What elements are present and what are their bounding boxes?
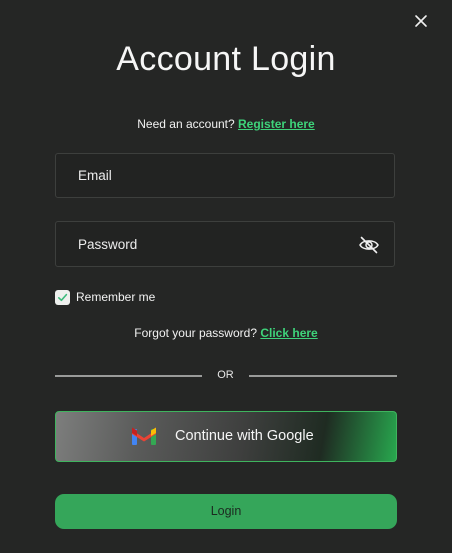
check-icon — [58, 293, 68, 301]
divider-label: OR — [217, 369, 234, 381]
continue-with-google-label: Continue with Google — [175, 428, 314, 444]
divider-line-right — [249, 375, 397, 377]
register-prompt: Need an account? Register here — [0, 117, 452, 131]
remember-me-checkbox[interactable] — [55, 289, 70, 305]
forgot-password-prompt: Forgot your password? Click here — [0, 326, 452, 340]
close-button[interactable] — [411, 11, 431, 31]
register-link[interactable]: Register here — [238, 117, 315, 131]
page-title: Account Login — [116, 40, 336, 78]
forgot-password-link[interactable]: Click here — [260, 326, 317, 340]
register-prompt-text: Need an account? — [137, 117, 235, 131]
gmail-icon — [132, 427, 156, 445]
divider-line-left — [55, 375, 202, 377]
login-modal: Account Login Need an account? Register … — [0, 0, 452, 553]
password-visibility-toggle[interactable] — [358, 235, 380, 255]
remember-me-label: Remember me — [76, 290, 156, 304]
login-button[interactable]: Login — [55, 494, 397, 529]
close-icon — [415, 15, 427, 27]
email-field-container — [55, 153, 395, 198]
forgot-password-text: Forgot your password? — [134, 326, 257, 340]
eye-off-icon — [359, 236, 379, 254]
password-field-container — [55, 221, 395, 267]
password-field[interactable] — [56, 222, 394, 266]
email-field[interactable] — [56, 154, 394, 197]
continue-with-google-button[interactable]: Continue with Google — [55, 411, 397, 462]
remember-me[interactable]: Remember me — [55, 289, 155, 305]
